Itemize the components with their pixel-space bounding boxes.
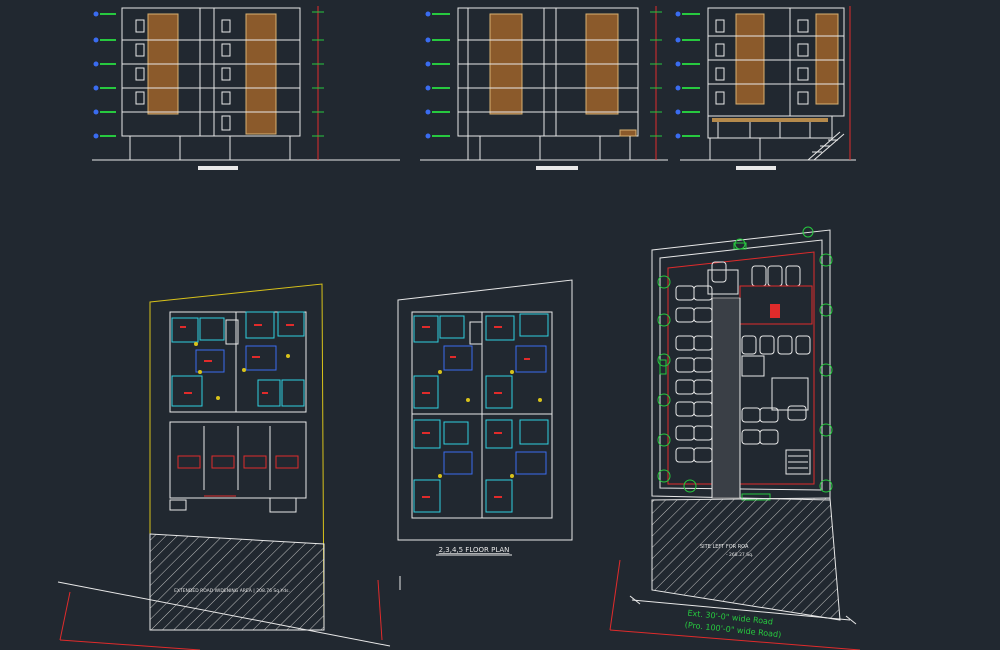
cad-drawing-canvas: EXTENDED ROAD WIDENING AREA | 208.76 Sq.… <box>0 0 1000 650</box>
site-left-area: - 268.27 Sq. <box>726 552 753 558</box>
road-widening-label: EXTENDED ROAD WIDENING AREA | 208.76 Sq.… <box>174 588 290 594</box>
typical-floor-plan-title: 2,3,4,5 FLOOR PLAN <box>439 546 510 554</box>
site-left-label: SITE LEFT FOR ROA <box>700 544 749 550</box>
